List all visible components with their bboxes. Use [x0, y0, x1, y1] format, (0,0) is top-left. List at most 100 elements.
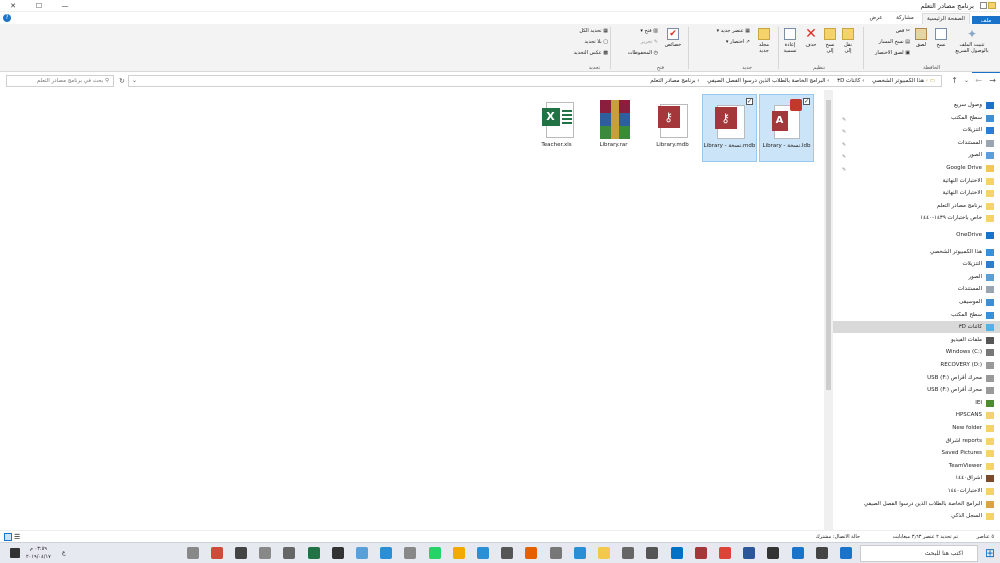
- nav-item[interactable]: برنامج مصادر التعلم: [840, 200, 994, 212]
- quick-access-toolbar-icon[interactable]: [980, 2, 987, 9]
- nav-item[interactable]: كائنات ٣D: [833, 321, 1000, 334]
- nav-item[interactable]: محرك أقراص USB (F:): [840, 372, 994, 384]
- cut-button[interactable]: ✂ قص: [896, 28, 910, 34]
- app-icon[interactable]: [356, 547, 368, 559]
- address-dropdown-icon[interactable]: ⌄: [132, 76, 137, 86]
- minimize-button[interactable]: —: [52, 0, 78, 12]
- nav-item[interactable]: RECOVERY (D:): [840, 359, 994, 371]
- file-list-area[interactable]: ✓ A Library - نسخة.ldb ✓ ⚷ Library - نسخ…: [0, 90, 824, 530]
- outlook-icon[interactable]: [670, 547, 683, 559]
- taskbar-search-input[interactable]: اكتب هنا للبحث: [860, 545, 978, 562]
- new-folder-button[interactable]: مجلد جديد: [754, 28, 774, 54]
- nav-item[interactable]: الاختبارات النهائية: [840, 187, 994, 199]
- nav-item[interactable]: OneDrive: [840, 229, 994, 241]
- file-item[interactable]: ✓ A Library - نسخة.ldb: [759, 94, 814, 162]
- start-icon[interactable]: ⊞: [985, 547, 997, 559]
- nav-item[interactable]: التنزيلات ✎: [840, 124, 994, 136]
- app-icon[interactable]: [501, 547, 514, 559]
- close-button[interactable]: ✕: [0, 0, 26, 12]
- help-icon[interactable]: ?: [3, 14, 11, 22]
- copy-button[interactable]: نسخ: [932, 28, 950, 48]
- search-input[interactable]: ⚲ بحث في برنامج مصادر التعلم: [6, 75, 114, 87]
- copy-to-button[interactable]: نسخ إلى: [822, 28, 838, 54]
- tab-home[interactable]: الصفحة الرئيسية: [922, 13, 970, 24]
- paste-button[interactable]: لصق: [912, 28, 930, 48]
- properties-button[interactable]: ✔ خصائص: [662, 28, 684, 48]
- app-icon[interactable]: [452, 547, 465, 559]
- nav-item[interactable]: البرامج الخاصة بالطلاب الذين درسوا الفصل…: [840, 498, 994, 510]
- nav-item[interactable]: TeamViewer: [840, 460, 994, 472]
- nav-item[interactable]: ملفات الفيديو: [840, 334, 994, 346]
- app-icon[interactable]: [259, 547, 272, 559]
- nav-item[interactable]: الاختبارات١٤٤٠: [840, 485, 994, 497]
- history-button[interactable]: ◷ المحفوظات: [628, 50, 658, 56]
- notifications-icon[interactable]: [10, 548, 20, 558]
- nav-item[interactable]: الموسيقى: [840, 296, 994, 308]
- nav-item[interactable]: المستندات ✎: [840, 137, 994, 149]
- nav-item[interactable]: هذا الكمبيوتر الشخصي: [840, 246, 994, 258]
- rename-button[interactable]: إعادة تسمية: [780, 28, 800, 54]
- nav-item[interactable]: التنزيلات: [840, 258, 994, 270]
- chrome-icon[interactable]: [719, 547, 731, 559]
- open-button[interactable]: ▥ فتح ▾: [640, 28, 658, 34]
- breadcrumb-this-pc[interactable]: هذا الكمبيوتر الشخصي: [872, 78, 924, 84]
- nav-item[interactable]: خاص باختبارات ١٤٣٩-١٤٤٠: [840, 212, 994, 224]
- mail-icon[interactable]: [622, 547, 635, 559]
- up-arrow-icon[interactable]: ↑: [951, 76, 958, 86]
- new-item-button[interactable]: ▦ عنصر جديد ▾: [717, 28, 750, 34]
- app-icon[interactable]: [477, 547, 489, 559]
- select-none-button[interactable]: ▢ بلا تحديد: [584, 39, 608, 45]
- nav-item[interactable]: وصول سريع: [840, 99, 994, 111]
- back-arrow-icon[interactable]: →: [989, 76, 996, 86]
- nav-item[interactable]: الاختبارات النهائية: [840, 175, 994, 187]
- recent-locations-icon[interactable]: ⌄: [964, 76, 969, 86]
- edit-button[interactable]: ✎ تحرير: [641, 39, 658, 45]
- store-icon[interactable]: [767, 547, 780, 559]
- photos-icon[interactable]: [573, 547, 586, 559]
- pin-quick-access-button[interactable]: ✦ تثبيت الملف بالوصول السريع: [952, 28, 992, 54]
- edge-icon[interactable]: [791, 547, 804, 559]
- excel-icon[interactable]: [307, 547, 320, 559]
- tab-share[interactable]: مشاركة: [890, 13, 920, 24]
- nav-item[interactable]: سطح المكتب ✎: [840, 112, 994, 124]
- easy-access-button[interactable]: ↗ اختصار ▾: [726, 39, 750, 45]
- scrollbar-thumb[interactable]: [826, 100, 831, 390]
- file-item[interactable]: ⚷ Library.mdb: [645, 94, 700, 162]
- nav-item[interactable]: Windows (C:): [840, 346, 994, 358]
- select-all-button[interactable]: ▦ تحديد الكل: [579, 28, 608, 34]
- nav-item[interactable]: الصور ✎: [840, 149, 994, 161]
- tab-view[interactable]: عرض: [864, 13, 888, 24]
- file-item[interactable]: Library.rar: [586, 94, 641, 162]
- app-icon[interactable]: [404, 547, 417, 559]
- whatsapp-icon[interactable]: [428, 547, 441, 559]
- breadcrumb-learning-resources[interactable]: برنامج مصادر التعلم: [650, 78, 695, 84]
- app-icon[interactable]: [186, 547, 199, 559]
- nav-item[interactable]: المستندات: [840, 283, 994, 295]
- app-icon[interactable]: [549, 547, 562, 559]
- clock[interactable]: ٠٣:٥٩ م ٢٠١٩/٠٤/١٧: [26, 545, 51, 561]
- nav-item[interactable]: السجل الذكي: [840, 510, 994, 522]
- forward-arrow-icon[interactable]: ←: [975, 76, 982, 86]
- refresh-icon[interactable]: ↻: [119, 76, 125, 86]
- globe-icon[interactable]: [380, 547, 393, 559]
- nav-item[interactable]: سطح المكتب: [840, 309, 994, 321]
- nav-item[interactable]: HPSCANS: [840, 409, 994, 421]
- firefox-icon[interactable]: [525, 547, 538, 559]
- nav-item[interactable]: اشراق١٤٤٠: [840, 472, 994, 484]
- nav-item[interactable]: New folder: [840, 422, 994, 434]
- selection-checkbox[interactable]: ✓: [803, 98, 810, 105]
- language-indicator[interactable]: ع: [62, 549, 66, 556]
- start-icon[interactable]: [840, 547, 852, 559]
- file-item[interactable]: ✓ ⚷ Library - نسخة.mdb: [702, 94, 757, 162]
- breadcrumb-3d-objects[interactable]: كائنات ٣D: [837, 78, 860, 84]
- paste-shortcut-button[interactable]: ▣ لصق الاختصار: [875, 50, 910, 56]
- selection-checkbox[interactable]: ✓: [746, 98, 753, 105]
- file-item[interactable]: X Teacher.xls: [529, 94, 584, 162]
- nav-item[interactable]: IEI: [840, 397, 994, 409]
- app-icon[interactable]: [283, 547, 296, 559]
- task-view-icon[interactable]: [815, 547, 828, 559]
- nav-item[interactable]: reports اشراق: [840, 435, 994, 447]
- word-icon[interactable]: [743, 547, 756, 559]
- nav-item[interactable]: Saved Pictures: [840, 447, 994, 459]
- explorer-icon[interactable]: [598, 547, 610, 559]
